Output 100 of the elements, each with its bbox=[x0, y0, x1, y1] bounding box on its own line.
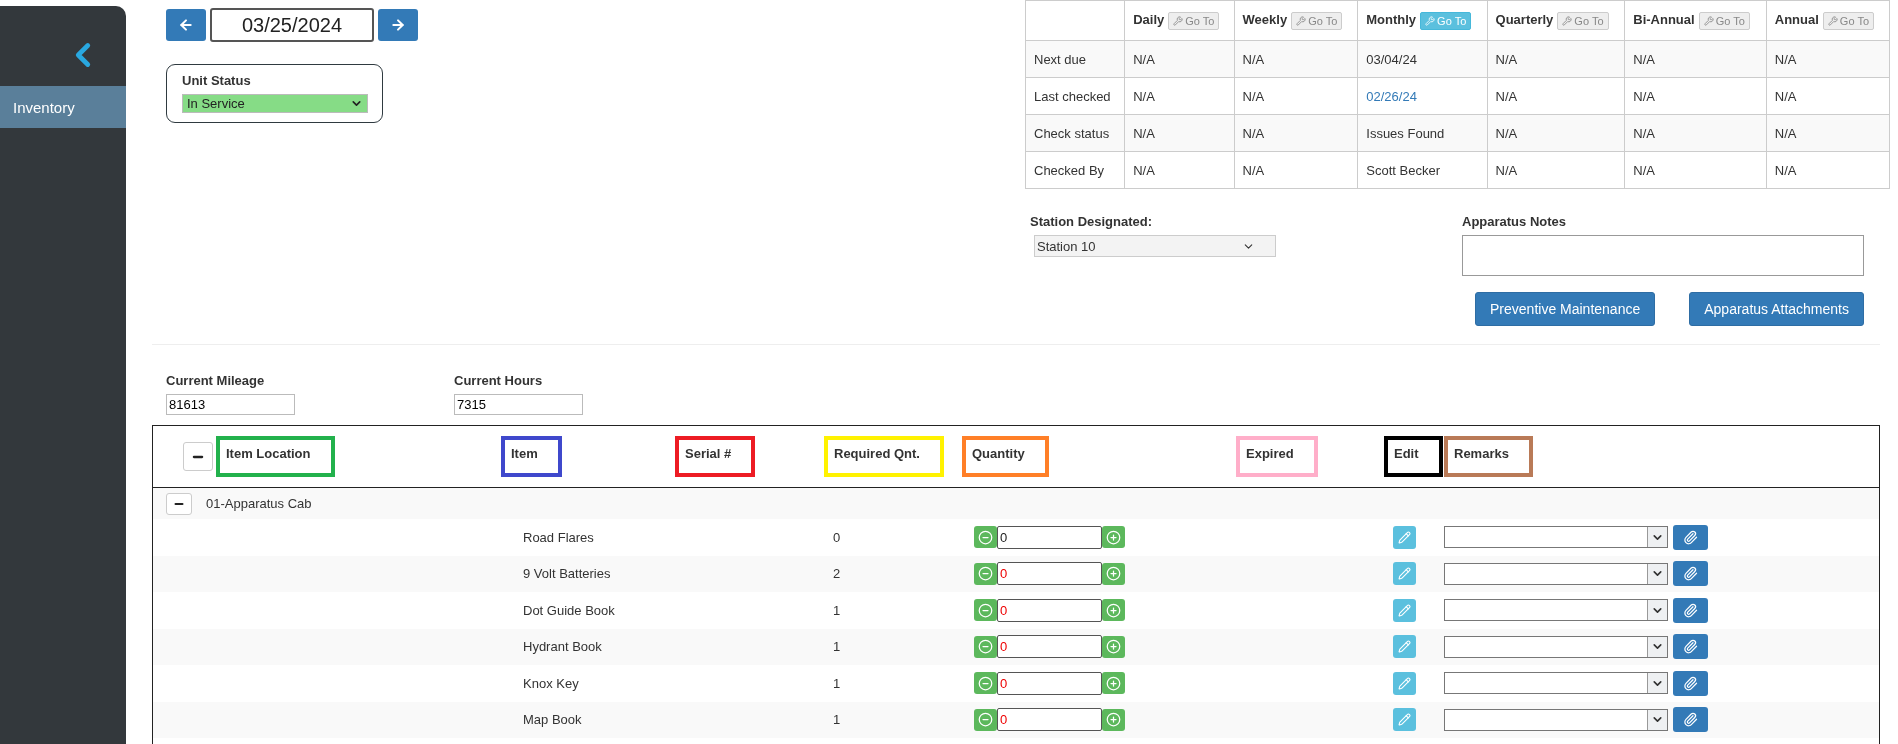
decrease-button[interactable] bbox=[974, 672, 997, 695]
wrench-icon bbox=[1703, 15, 1714, 26]
increase-button[interactable] bbox=[1102, 708, 1125, 731]
table-cell: N/A bbox=[1242, 88, 1265, 104]
station-label: Station Designated: bbox=[1030, 214, 1154, 229]
required-quantity: 1 bbox=[832, 712, 842, 728]
date-link[interactable]: 02/26/24 bbox=[1366, 88, 1417, 104]
row-label: Last checked bbox=[1034, 88, 1111, 104]
frequency-header: Monthly bbox=[1366, 11, 1417, 27]
wrench-icon bbox=[1425, 15, 1436, 26]
edit-button[interactable] bbox=[1393, 525, 1416, 549]
column-header: Edit bbox=[1384, 436, 1443, 477]
action-button[interactable]: Apparatus Attachments bbox=[1689, 292, 1864, 326]
edit-button[interactable] bbox=[1393, 598, 1416, 622]
remarks-select[interactable] bbox=[1444, 562, 1668, 585]
attach-button[interactable] bbox=[1673, 524, 1708, 550]
edit-button[interactable] bbox=[1393, 562, 1416, 586]
go-to-button[interactable]: Go To bbox=[1557, 11, 1609, 30]
decrease-button[interactable] bbox=[974, 708, 997, 731]
table-cell: N/A bbox=[1633, 88, 1655, 104]
go-to-button[interactable]: Go To bbox=[1822, 11, 1874, 30]
column-header: Serial # bbox=[675, 436, 756, 477]
location-name: 01-Apparatus Cab bbox=[206, 496, 312, 511]
next-date-button[interactable] bbox=[378, 9, 418, 41]
quantity-field[interactable]: 0 bbox=[997, 562, 1102, 586]
collapse-all-button[interactable] bbox=[183, 442, 213, 471]
decrease-button[interactable] bbox=[974, 526, 997, 549]
increase-button[interactable] bbox=[1102, 672, 1125, 695]
go-to-button[interactable]: Go To bbox=[1168, 11, 1220, 30]
frequency-header: Weekly bbox=[1242, 11, 1288, 27]
station-select[interactable]: Station 10 bbox=[1034, 235, 1276, 257]
attach-button[interactable] bbox=[1673, 561, 1708, 587]
required-quantity: 0 bbox=[832, 529, 842, 545]
quantity-field[interactable]: 0 bbox=[997, 635, 1102, 659]
item-name: Road Flares bbox=[522, 529, 595, 545]
column-header: Quantity bbox=[962, 436, 1049, 477]
plus-circle-icon bbox=[1106, 529, 1121, 545]
unit-status-label: Unit Status bbox=[182, 73, 252, 88]
table-cell: N/A bbox=[1495, 88, 1518, 104]
table-cell: N/A bbox=[1774, 162, 1797, 178]
attach-button[interactable] bbox=[1673, 634, 1708, 660]
pencil-icon bbox=[1398, 530, 1411, 544]
item-name: 9 Volt Batteries bbox=[522, 566, 612, 582]
paperclip-icon bbox=[1683, 712, 1698, 728]
row-label: Next due bbox=[1034, 51, 1087, 67]
attach-button[interactable] bbox=[1673, 707, 1708, 733]
date-field[interactable]: 03/25/2024 bbox=[210, 8, 374, 42]
increase-button[interactable] bbox=[1102, 526, 1125, 549]
reading-field[interactable]: 7315 bbox=[454, 394, 583, 415]
minus-circle-icon bbox=[978, 602, 993, 618]
edit-button[interactable] bbox=[1393, 635, 1416, 659]
decrease-button[interactable] bbox=[974, 599, 997, 622]
pencil-icon bbox=[1398, 603, 1411, 617]
attach-button[interactable] bbox=[1673, 670, 1708, 696]
quantity-field[interactable]: 0 bbox=[997, 598, 1102, 622]
reading-label: Current Mileage bbox=[166, 373, 266, 388]
increase-button[interactable] bbox=[1102, 562, 1125, 585]
wrench-icon bbox=[1562, 15, 1573, 26]
arrow-right-icon bbox=[390, 17, 406, 33]
pencil-icon bbox=[1398, 713, 1411, 727]
pencil-icon bbox=[1398, 640, 1411, 654]
frequency-header: Daily bbox=[1133, 11, 1165, 27]
quantity-field[interactable]: 0 bbox=[997, 708, 1102, 732]
remarks-select[interactable] bbox=[1444, 672, 1668, 695]
remarks-select[interactable] bbox=[1444, 526, 1668, 549]
go-to-button[interactable]: Go To bbox=[1291, 11, 1343, 30]
sidebar-item[interactable]: Inventory bbox=[0, 86, 126, 128]
remarks-select[interactable] bbox=[1444, 599, 1668, 622]
paperclip-icon bbox=[1683, 675, 1698, 691]
go-to-button[interactable]: Go To bbox=[1698, 11, 1750, 30]
attach-button[interactable] bbox=[1673, 597, 1708, 623]
remarks-select[interactable] bbox=[1444, 635, 1668, 658]
previous-date-button[interactable] bbox=[166, 9, 206, 41]
quantity-field[interactable]: 0 bbox=[997, 525, 1102, 549]
paperclip-icon bbox=[1683, 529, 1698, 545]
wrench-icon bbox=[1296, 15, 1307, 26]
wrench-icon bbox=[1173, 15, 1184, 26]
increase-button[interactable] bbox=[1102, 599, 1125, 622]
table-cell: N/A bbox=[1774, 125, 1797, 141]
action-button[interactable]: Preventive Maintenance bbox=[1475, 292, 1656, 326]
increase-button[interactable] bbox=[1102, 635, 1125, 658]
required-quantity: 1 bbox=[832, 602, 842, 618]
notes-field[interactable] bbox=[1462, 235, 1864, 276]
edit-button[interactable] bbox=[1393, 708, 1416, 732]
plus-circle-icon bbox=[1106, 639, 1121, 655]
quantity-field[interactable]: 0 bbox=[997, 671, 1102, 695]
table-cell: N/A bbox=[1242, 125, 1265, 141]
minus-circle-icon bbox=[978, 675, 993, 691]
frequency-header: Bi-Annual bbox=[1633, 11, 1695, 27]
minus-circle-icon bbox=[978, 529, 993, 545]
table-cell: N/A bbox=[1633, 51, 1655, 67]
paperclip-icon bbox=[1683, 602, 1698, 618]
collapse-button[interactable] bbox=[166, 492, 192, 515]
reading-field[interactable]: 81613 bbox=[166, 394, 295, 415]
decrease-button[interactable] bbox=[974, 562, 997, 585]
remarks-select[interactable] bbox=[1444, 708, 1668, 731]
edit-button[interactable] bbox=[1393, 671, 1416, 695]
unit-status-select[interactable]: In Service bbox=[182, 94, 368, 113]
plus-circle-icon bbox=[1106, 675, 1121, 691]
decrease-button[interactable] bbox=[974, 635, 997, 658]
